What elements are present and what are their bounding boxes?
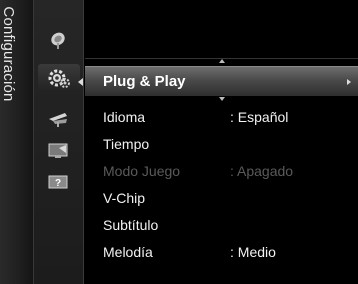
monitor-input-icon[interactable] (46, 141, 72, 161)
menu-item-value: : Medio (230, 244, 276, 260)
menu-panel: Plug & Play Idioma : Español Tiempo Modo… (78, 0, 358, 284)
antenna-icon[interactable] (46, 109, 72, 129)
submenu-arrow-icon (347, 79, 351, 85)
scroll-up-arrow-icon[interactable] (219, 59, 225, 63)
menu-item-label: Tiempo (103, 136, 150, 152)
menu-item-tiempo[interactable]: Tiempo (103, 136, 353, 156)
svg-text:?: ? (55, 178, 61, 189)
scroll-down-arrow-icon[interactable] (219, 97, 225, 101)
help-icon[interactable]: ? (46, 173, 72, 193)
menu-item-label: Melodía (103, 244, 153, 260)
selection-pointer-icon (78, 78, 83, 86)
menu-item-idioma[interactable]: Idioma : Español (103, 109, 353, 129)
tv-menu-window: Configuración ? Plug & Play Idioma: Esp… (0, 0, 358, 284)
menu-item-label: V-Chip (103, 190, 146, 206)
menu-item-label: Plug & Play (103, 73, 186, 90)
menu-item-modo-juego: Modo Juego : Apagado (103, 163, 353, 183)
category-title: Configuración (0, 6, 17, 102)
satellite-dish-icon[interactable] (46, 30, 72, 50)
menu-item-label: Idioma (103, 109, 146, 125)
menu-item-value: : Apagado (230, 163, 294, 179)
menu-item-melodia[interactable]: Melodía : Medio (103, 244, 353, 264)
menu-item-v-chip[interactable]: V-Chip (103, 190, 353, 210)
menu-item-value: : Español (230, 109, 289, 125)
menu-item-subtitulo[interactable]: Subtítulo (103, 217, 353, 237)
menu-item-plug-and-play[interactable]: Plug & Play (78, 66, 358, 96)
gear-icon[interactable] (38, 64, 80, 92)
menu-item-label: Subtítulo (103, 217, 159, 233)
category-band: Configuración (0, 0, 34, 284)
menu-item-label: Modo Juego (103, 163, 181, 179)
category-icon-column: ? (34, 0, 84, 284)
